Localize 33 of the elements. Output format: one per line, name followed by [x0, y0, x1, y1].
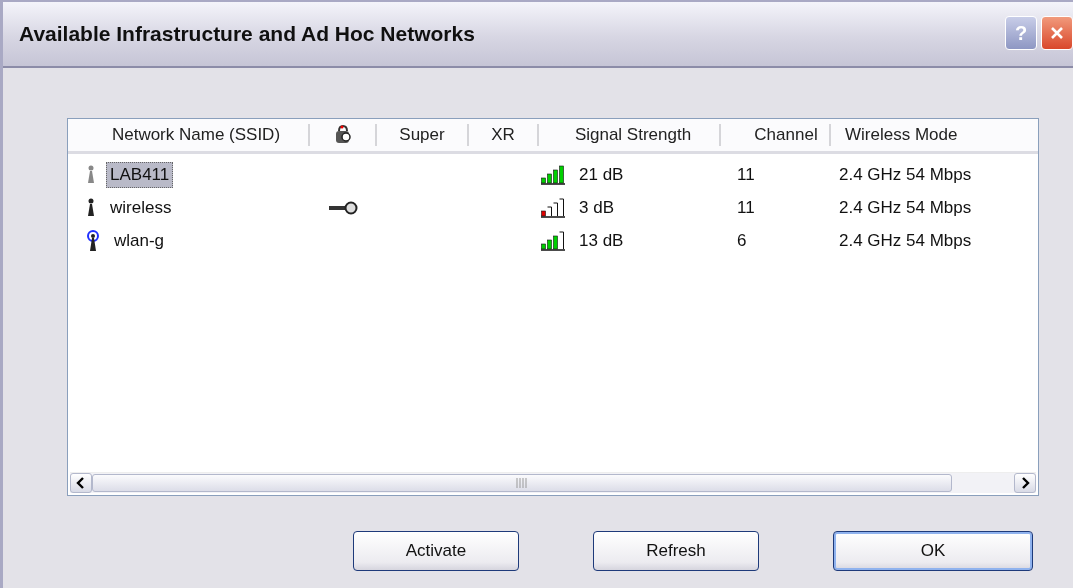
network-name[interactable]: wireless: [106, 194, 176, 221]
dialog-button[interactable]: Activate: [353, 531, 519, 571]
signal-reading: 13 dB: [579, 230, 624, 251]
lock-icon: [333, 125, 352, 145]
column-header[interactable]: XR: [469, 124, 539, 146]
horizontal-scrollbar[interactable]: [70, 472, 1036, 493]
column-header[interactable]: Network Name (SSID): [68, 124, 310, 146]
dialog-button[interactable]: OK: [833, 531, 1033, 571]
close-button[interactable]: [1041, 16, 1073, 50]
scroll-right-button[interactable]: [1014, 473, 1036, 493]
signal-icon: [541, 230, 565, 251]
wireless-mode: 2.4 GHz 54 Mbps: [839, 197, 972, 218]
wireless-mode: 2.4 GHz 54 Mbps: [839, 164, 972, 185]
antenna-icon: [84, 229, 102, 252]
signal-icon: [541, 164, 565, 185]
close-icon: [1049, 25, 1065, 41]
scroll-thumb[interactable]: [92, 474, 952, 492]
column-header[interactable]: Channel: [721, 124, 831, 146]
network-name[interactable]: LAB411: [106, 161, 174, 188]
network-name[interactable]: wlan-g: [110, 227, 169, 254]
channel-value: 6: [737, 230, 747, 251]
column-header[interactable]: Signal Strength: [539, 124, 721, 146]
window-title: Available Infrastructure and Ad Hoc Networks: [19, 22, 475, 46]
channel-value: 11: [737, 197, 755, 218]
wireless-mode: 2.4 GHz 54 Mbps: [839, 230, 972, 251]
scroll-left-button[interactable]: [70, 473, 92, 493]
signal-icon: [541, 197, 565, 218]
column-header[interactable]: Wireless Mode: [831, 124, 1038, 146]
dialog-button[interactable]: Refresh: [593, 531, 759, 571]
signal-reading: 3 dB: [579, 197, 614, 218]
signal-reading: 21 dB: [579, 164, 624, 185]
column-header[interactable]: Super: [377, 124, 469, 146]
channel-value: 11: [737, 164, 755, 185]
